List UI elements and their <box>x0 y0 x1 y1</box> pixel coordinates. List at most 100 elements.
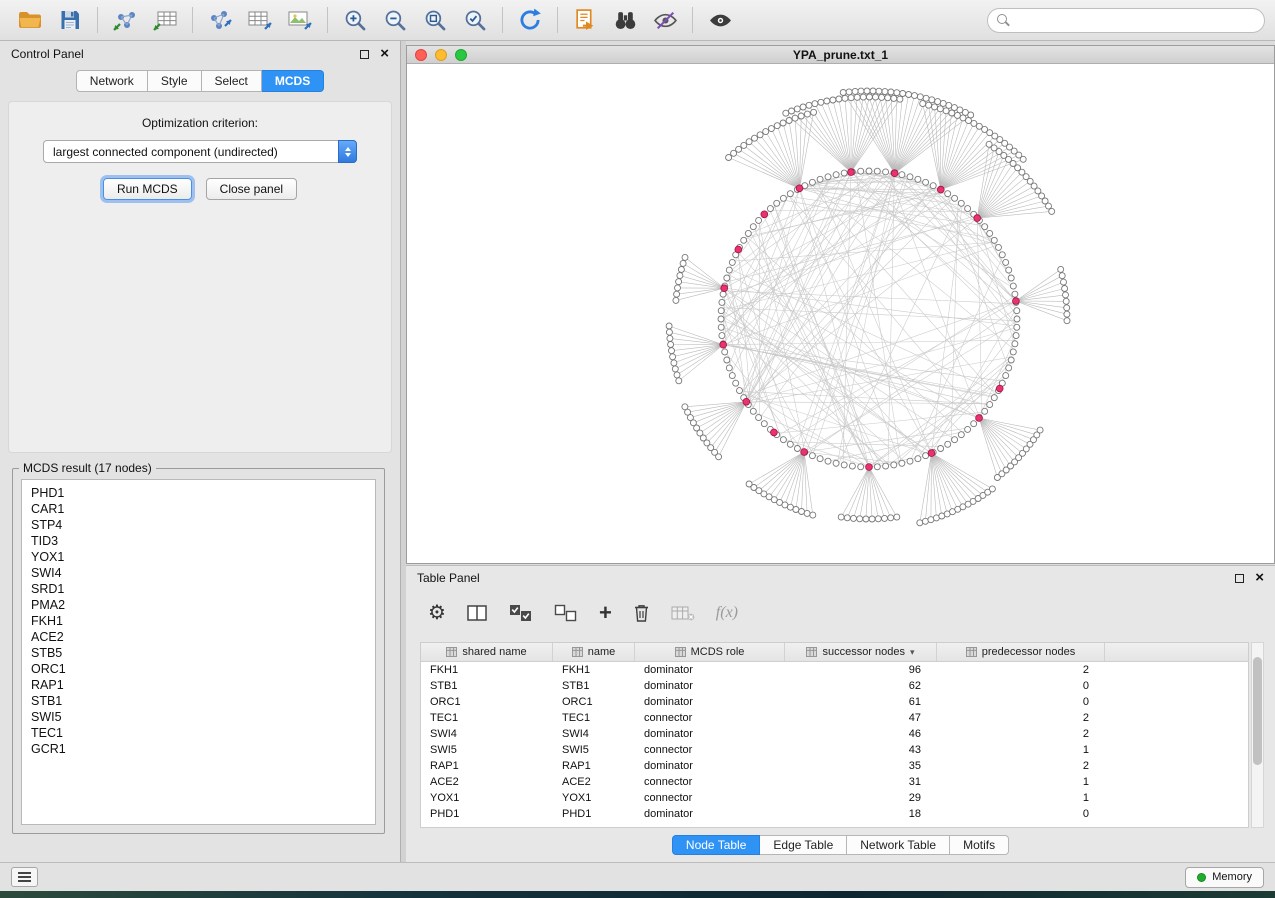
tab-edge-table[interactable]: Edge Table <box>760 835 847 855</box>
table-row[interactable]: RAP1RAP1dominator352 <box>421 758 1248 774</box>
import-table-from-file-button[interactable] <box>145 3 185 37</box>
mcds-result-item[interactable]: PHD1 <box>31 485 366 501</box>
run-mcds-button[interactable]: Run MCDS <box>103 178 192 200</box>
show-columns-icon[interactable] <box>467 604 488 622</box>
add-column-icon[interactable]: + <box>599 603 612 623</box>
tab-network[interactable]: Network <box>76 70 148 92</box>
zoom-in-button[interactable] <box>335 3 375 37</box>
save-session-button[interactable] <box>50 3 90 37</box>
table-cell: PHD1 <box>421 806 553 822</box>
network-canvas-svg[interactable] <box>407 64 1274 563</box>
tab-mcds[interactable]: MCDS <box>262 70 324 92</box>
mcds-result-item[interactable]: SWI4 <box>31 565 366 581</box>
search-box[interactable] <box>987 8 1265 33</box>
minimize-window-button[interactable] <box>435 49 447 61</box>
close-panel-button[interactable]: Close panel <box>206 178 297 200</box>
table-row[interactable]: FKH1FKH1dominator962 <box>421 662 1248 678</box>
show-all-button[interactable] <box>700 3 740 37</box>
memory-button[interactable]: Memory <box>1185 867 1264 888</box>
column-header-predecessor-nodes[interactable]: predecessor nodes <box>937 643 1105 661</box>
mcds-result-item[interactable]: SRD1 <box>31 581 366 597</box>
mcds-result-item[interactable]: STB1 <box>31 693 366 709</box>
table-scrollbar[interactable] <box>1251 642 1264 828</box>
mcds-result-item[interactable]: GCR1 <box>31 741 366 757</box>
table-row[interactable]: PHD1PHD1dominator180 <box>421 806 1248 822</box>
table-scrollbar-thumb[interactable] <box>1253 657 1262 765</box>
hide-selected-button[interactable] <box>645 3 685 37</box>
table-row[interactable]: ACE2ACE2connector311 <box>421 774 1248 790</box>
table-row[interactable]: TEC1TEC1connector472 <box>421 710 1248 726</box>
mcds-result-item[interactable]: STP4 <box>31 517 366 533</box>
table-cell: SWI5 <box>421 742 553 758</box>
open-file-button[interactable] <box>10 3 50 37</box>
mcds-result-item[interactable]: PMA2 <box>31 597 366 613</box>
table-row[interactable]: SWI5SWI5connector431 <box>421 742 1248 758</box>
table-cell: TEC1 <box>421 710 553 726</box>
network-window-title: YPA_prune.txt_1 <box>407 48 1274 62</box>
table-cell: FKH1 <box>553 662 635 678</box>
node-table[interactable]: shared namenameMCDS rolesuccessor nodes▾… <box>420 642 1249 828</box>
zoom-selected-button[interactable] <box>455 3 495 37</box>
mcds-result-item[interactable]: ACE2 <box>31 629 366 645</box>
close-window-button[interactable] <box>415 49 427 61</box>
column-header-successor-nodes[interactable]: successor nodes▾ <box>785 643 937 661</box>
import-table-icon <box>152 8 178 32</box>
first-neighbors-button[interactable] <box>605 3 645 37</box>
tab-style[interactable]: Style <box>148 70 202 92</box>
export-table-button[interactable] <box>240 3 280 37</box>
table-row[interactable]: SWI4SWI4dominator462 <box>421 726 1248 742</box>
table-cell: connector <box>635 790 785 806</box>
search-icon <box>997 14 1010 27</box>
toolbar-separator <box>97 7 98 33</box>
mcds-result-item[interactable]: ORC1 <box>31 661 366 677</box>
status-menu-icon[interactable] <box>11 867 38 887</box>
zoom-fit-button[interactable] <box>415 3 455 37</box>
table-cell: SWI4 <box>553 726 635 742</box>
close-panel-icon[interactable]: × <box>380 49 389 59</box>
delete-column-trash-icon[interactable] <box>633 603 650 623</box>
tab-node-table[interactable]: Node Table <box>672 835 761 855</box>
table-panel: Table Panel × ⚙ + f(x) <box>406 565 1275 862</box>
mcds-result-item[interactable]: FKH1 <box>31 613 366 629</box>
column-header-MCDS-role[interactable]: MCDS role <box>635 643 785 661</box>
mcds-result-item[interactable]: TID3 <box>31 533 366 549</box>
column-header-name[interactable]: name <box>553 643 635 661</box>
search-input[interactable] <box>1016 13 1255 27</box>
select-all-rows-icon[interactable] <box>509 604 533 623</box>
export-image-button[interactable] <box>280 3 320 37</box>
zoom-out-button[interactable] <box>375 3 415 37</box>
export-network-button[interactable] <box>200 3 240 37</box>
table-row[interactable]: YOX1YOX1connector291 <box>421 790 1248 806</box>
main-toolbar <box>0 0 1275 41</box>
table-cell: ACE2 <box>421 774 553 790</box>
table-cell: connector <box>635 710 785 726</box>
table-row[interactable]: ORC1ORC1dominator610 <box>421 694 1248 710</box>
close-table-panel-icon[interactable]: × <box>1255 573 1264 583</box>
deselect-all-rows-icon[interactable] <box>554 604 578 623</box>
mcds-result-item[interactable]: TEC1 <box>31 725 366 741</box>
import-network-from-file-button[interactable] <box>105 3 145 37</box>
delete-table-icon[interactable] <box>671 605 695 622</box>
tab-select[interactable]: Select <box>202 70 262 92</box>
memory-status-icon <box>1197 873 1206 882</box>
mcds-result-list[interactable]: PHD1CAR1STP4TID3YOX1SWI4SRD1PMA2FKH1ACE2… <box>21 479 376 825</box>
table-row[interactable]: STB1STB1dominator620 <box>421 678 1248 694</box>
function-builder-icon[interactable]: f(x) <box>716 604 738 622</box>
mcds-result-item[interactable]: YOX1 <box>31 549 366 565</box>
mcds-result-item[interactable]: RAP1 <box>31 677 366 693</box>
mcds-result-item[interactable]: SWI5 <box>31 709 366 725</box>
column-header-shared-name[interactable]: shared name <box>421 643 553 661</box>
mcds-result-item[interactable]: STB5 <box>31 645 366 661</box>
float-panel-icon[interactable] <box>360 50 369 59</box>
control-panel: Control Panel × NetworkStyleSelectMCDS O… <box>0 41 401 862</box>
tab-motifs[interactable]: Motifs <box>950 835 1009 855</box>
refresh-layout-button[interactable] <box>510 3 550 37</box>
maximize-window-button[interactable] <box>455 49 467 61</box>
criterion-dropdown[interactable]: largest connected component (undirected) <box>43 140 357 163</box>
float-table-panel-icon[interactable] <box>1235 574 1244 583</box>
table-settings-gear-icon[interactable]: ⚙ <box>428 603 446 623</box>
new-network-from-selection-button[interactable] <box>565 3 605 37</box>
tab-network-table[interactable]: Network Table <box>847 835 950 855</box>
mcds-result-item[interactable]: CAR1 <box>31 501 366 517</box>
network-view-window[interactable]: YPA_prune.txt_1 <box>406 45 1275 564</box>
